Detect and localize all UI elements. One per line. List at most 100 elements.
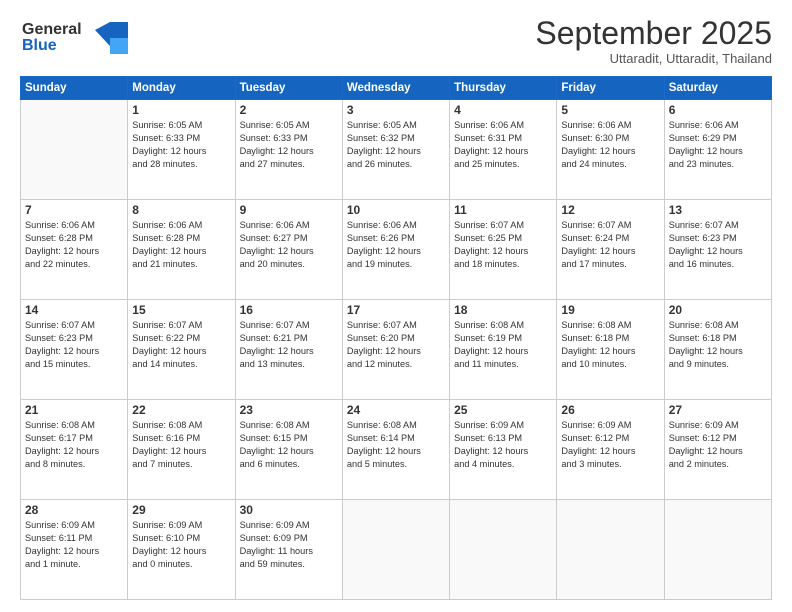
calendar-cell: 6 Sunrise: 6:06 AM Sunset: 6:29 PM Daylig… [664, 100, 771, 200]
day-info: Sunrise: 6:06 AM Sunset: 6:27 PM Dayligh… [240, 219, 338, 271]
day-info: Sunrise: 6:06 AM Sunset: 6:29 PM Dayligh… [669, 119, 767, 171]
calendar-cell: 7Sunrise: 6:06 AM Sunset: 6:28 PM Daylig… [21, 200, 128, 300]
calendar-cell: 28Sunrise: 6:09 AM Sunset: 6:11 PM Dayli… [21, 500, 128, 600]
weekday-header-monday: Monday [128, 77, 235, 100]
day-number: 9 [240, 203, 338, 217]
day-info: Sunrise: 6:07 AM Sunset: 6:20 PM Dayligh… [347, 319, 445, 371]
day-info: Sunrise: 6:07 AM Sunset: 6:23 PM Dayligh… [25, 319, 123, 371]
day-number: 3 [347, 103, 445, 117]
day-number: 26 [561, 403, 659, 417]
calendar-cell: 2 Sunrise: 6:05 AM Sunset: 6:33 PM Daylig… [235, 100, 342, 200]
calendar-cell: 10 Sunrise: 6:06 AM Sunset: 6:26 PM Dayli… [342, 200, 449, 300]
svg-text:Blue: Blue [22, 37, 57, 54]
day-info: Sunrise: 6:08 AM Sunset: 6:15 PM Dayligh… [240, 419, 338, 471]
day-number: 24 [347, 403, 445, 417]
day-number: 2 [240, 103, 338, 117]
day-number: 21 [25, 403, 123, 417]
weekday-header-tuesday: Tuesday [235, 77, 342, 100]
weekday-header-sunday: Sunday [21, 77, 128, 100]
calendar-cell [342, 500, 449, 600]
svg-text:General: General [22, 21, 82, 38]
calendar-cell: 5 Sunrise: 6:06 AM Sunset: 6:30 PM Daylig… [557, 100, 664, 200]
logo: General Blue [20, 16, 130, 63]
calendar-cell: 20 Sunrise: 6:08 AM Sunset: 6:18 PM Dayli… [664, 300, 771, 400]
calendar-cell: 1 Sunrise: 6:05 AM Sunset: 6:33 PM Daylig… [128, 100, 235, 200]
weekday-header-saturday: Saturday [664, 77, 771, 100]
day-number: 6 [669, 103, 767, 117]
day-info: Sunrise: 6:06 AM Sunset: 6:26 PM Dayligh… [347, 219, 445, 271]
day-number: 1 [132, 103, 230, 117]
calendar-cell: 21Sunrise: 6:08 AM Sunset: 6:17 PM Dayli… [21, 400, 128, 500]
calendar-cell [21, 100, 128, 200]
calendar-cell: 30 Sunrise: 6:09 AM Sunset: 6:09 PM Dayli… [235, 500, 342, 600]
day-info: Sunrise: 6:09 AM Sunset: 6:09 PM Dayligh… [240, 519, 338, 571]
calendar-cell: 12 Sunrise: 6:07 AM Sunset: 6:24 PM Dayli… [557, 200, 664, 300]
calendar-week-row: 28Sunrise: 6:09 AM Sunset: 6:11 PM Dayli… [21, 500, 772, 600]
day-number: 12 [561, 203, 659, 217]
day-number: 13 [669, 203, 767, 217]
weekday-header-friday: Friday [557, 77, 664, 100]
day-number: 20 [669, 303, 767, 317]
day-info: Sunrise: 6:06 AM Sunset: 6:30 PM Dayligh… [561, 119, 659, 171]
day-info: Sunrise: 6:08 AM Sunset: 6:18 PM Dayligh… [561, 319, 659, 371]
day-number: 15 [132, 303, 230, 317]
day-info: Sunrise: 6:08 AM Sunset: 6:16 PM Dayligh… [132, 419, 230, 471]
day-number: 29 [132, 503, 230, 517]
day-info: Sunrise: 6:08 AM Sunset: 6:18 PM Dayligh… [669, 319, 767, 371]
day-number: 10 [347, 203, 445, 217]
calendar-cell: 15 Sunrise: 6:07 AM Sunset: 6:22 PM Dayli… [128, 300, 235, 400]
day-info: Sunrise: 6:08 AM Sunset: 6:19 PM Dayligh… [454, 319, 552, 371]
day-info: Sunrise: 6:09 AM Sunset: 6:10 PM Dayligh… [132, 519, 230, 571]
day-info: Sunrise: 6:06 AM Sunset: 6:28 PM Dayligh… [25, 219, 123, 271]
day-number: 16 [240, 303, 338, 317]
calendar-week-row: 21Sunrise: 6:08 AM Sunset: 6:17 PM Dayli… [21, 400, 772, 500]
calendar-cell: 13Sunrise: 6:07 AM Sunset: 6:23 PM Dayli… [664, 200, 771, 300]
calendar-cell: 26 Sunrise: 6:09 AM Sunset: 6:12 PM Dayli… [557, 400, 664, 500]
calendar-cell: 11Sunrise: 6:07 AM Sunset: 6:25 PM Dayli… [450, 200, 557, 300]
day-number: 18 [454, 303, 552, 317]
calendar-cell: 17 Sunrise: 6:07 AM Sunset: 6:20 PM Dayli… [342, 300, 449, 400]
weekday-header-row: SundayMondayTuesdayWednesdayThursdayFrid… [21, 77, 772, 100]
day-info: Sunrise: 6:09 AM Sunset: 6:11 PM Dayligh… [25, 519, 123, 571]
calendar-cell: 4 Sunrise: 6:06 AM Sunset: 6:31 PM Daylig… [450, 100, 557, 200]
location-subtitle: Uttaradit, Uttaradit, Thailand [535, 51, 772, 66]
day-info: Sunrise: 6:07 AM Sunset: 6:21 PM Dayligh… [240, 319, 338, 371]
day-info: Sunrise: 6:07 AM Sunset: 6:24 PM Dayligh… [561, 219, 659, 271]
calendar-week-row: 14Sunrise: 6:07 AM Sunset: 6:23 PM Dayli… [21, 300, 772, 400]
day-info: Sunrise: 6:05 AM Sunset: 6:33 PM Dayligh… [132, 119, 230, 171]
day-info: Sunrise: 6:08 AM Sunset: 6:14 PM Dayligh… [347, 419, 445, 471]
calendar-cell: 9 Sunrise: 6:06 AM Sunset: 6:27 PM Daylig… [235, 200, 342, 300]
weekday-header-wednesday: Wednesday [342, 77, 449, 100]
calendar-cell: 19 Sunrise: 6:08 AM Sunset: 6:18 PM Dayli… [557, 300, 664, 400]
day-number: 27 [669, 403, 767, 417]
day-number: 22 [132, 403, 230, 417]
day-number: 11 [454, 203, 552, 217]
day-number: 4 [454, 103, 552, 117]
day-number: 25 [454, 403, 552, 417]
title-block: September 2025 Uttaradit, Uttaradit, Tha… [535, 16, 772, 66]
day-info: Sunrise: 6:06 AM Sunset: 6:28 PM Dayligh… [132, 219, 230, 271]
calendar-week-row: 1 Sunrise: 6:05 AM Sunset: 6:33 PM Daylig… [21, 100, 772, 200]
calendar-cell: 29 Sunrise: 6:09 AM Sunset: 6:10 PM Dayli… [128, 500, 235, 600]
day-info: Sunrise: 6:09 AM Sunset: 6:12 PM Dayligh… [561, 419, 659, 471]
calendar-cell: 3 Sunrise: 6:05 AM Sunset: 6:32 PM Daylig… [342, 100, 449, 200]
logo-svg: General Blue [20, 16, 130, 58]
day-number: 17 [347, 303, 445, 317]
day-number: 19 [561, 303, 659, 317]
calendar-cell: 8 Sunrise: 6:06 AM Sunset: 6:28 PM Daylig… [128, 200, 235, 300]
logo-block: General Blue [20, 16, 130, 63]
day-info: Sunrise: 6:05 AM Sunset: 6:32 PM Dayligh… [347, 119, 445, 171]
month-title: September 2025 [535, 16, 772, 51]
calendar-cell [450, 500, 557, 600]
calendar-cell [557, 500, 664, 600]
calendar-table: SundayMondayTuesdayWednesdayThursdayFrid… [20, 76, 772, 600]
day-info: Sunrise: 6:07 AM Sunset: 6:22 PM Dayligh… [132, 319, 230, 371]
calendar-cell [664, 500, 771, 600]
day-number: 30 [240, 503, 338, 517]
day-number: 5 [561, 103, 659, 117]
calendar-cell: 14Sunrise: 6:07 AM Sunset: 6:23 PM Dayli… [21, 300, 128, 400]
header: General Blue September 2025 Uttaradit, U… [20, 16, 772, 66]
day-info: Sunrise: 6:06 AM Sunset: 6:31 PM Dayligh… [454, 119, 552, 171]
day-number: 8 [132, 203, 230, 217]
day-info: Sunrise: 6:05 AM Sunset: 6:33 PM Dayligh… [240, 119, 338, 171]
